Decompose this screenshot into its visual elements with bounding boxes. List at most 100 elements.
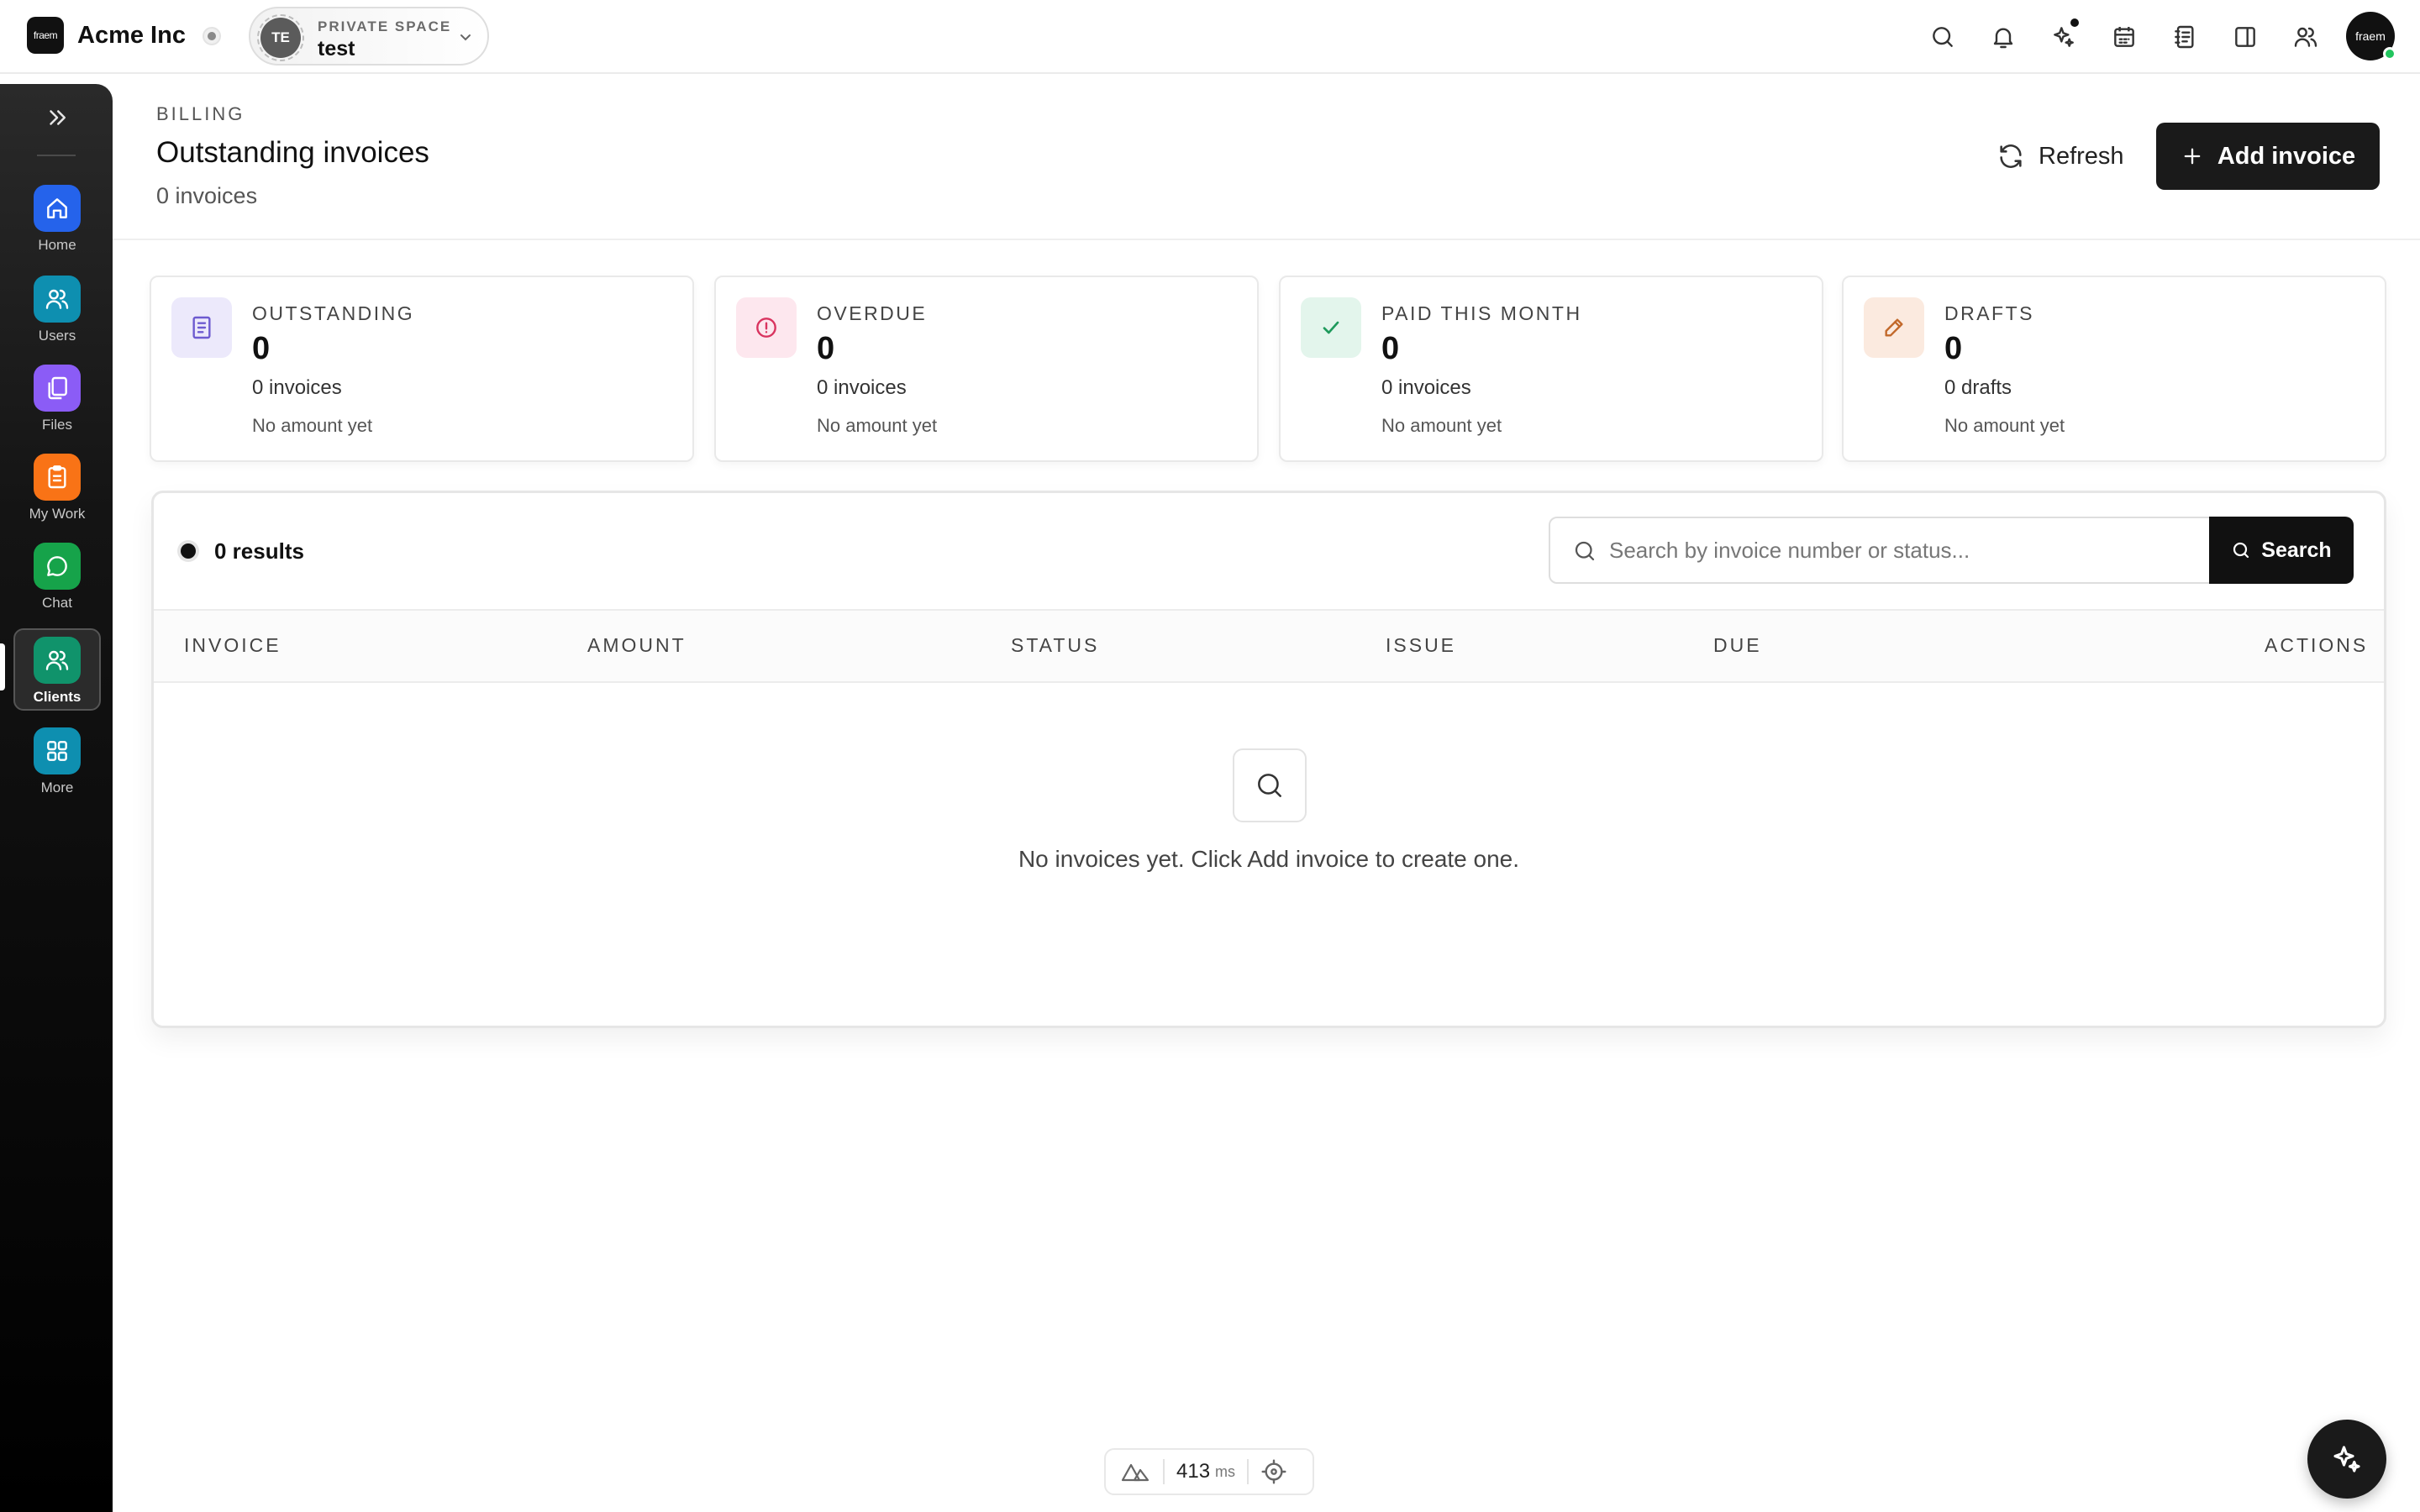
target-icon[interactable] (1260, 1458, 1287, 1485)
search-input[interactable] (1609, 520, 2197, 580)
search-icon (1575, 541, 1595, 561)
search-button[interactable]: Search (2209, 517, 2354, 584)
stat-card-outstanding: OUTSTANDING 0 0 invoices No amount yet (150, 276, 694, 462)
status-indicator-icon (203, 27, 221, 45)
stat-amount: No amount yet (1381, 415, 1502, 436)
search-button-label: Search (2261, 538, 2332, 562)
invoices-panel: 0 results Search INVOICE AMOUNT STATUS I… (151, 491, 2386, 1028)
search-field[interactable] (1549, 517, 2211, 584)
clients-icon (34, 637, 81, 684)
files-icon (34, 365, 81, 412)
add-invoice-label: Add invoice (2217, 142, 2356, 170)
notebook-icon[interactable] (2166, 18, 2203, 55)
column-header-amount[interactable]: AMOUNT (587, 634, 687, 657)
sidebar-item-label: Chat (42, 595, 72, 611)
perf-divider (1163, 1459, 1165, 1484)
check-icon (1301, 297, 1361, 358)
page-subtitle: 0 invoices (156, 183, 258, 208)
column-header-status[interactable]: STATUS (1011, 634, 1099, 657)
search-icon (2233, 542, 2249, 559)
sparkle-icon[interactable] (2045, 18, 2082, 55)
refresh-icon (2000, 144, 2022, 168)
app-logo[interactable]: fraem (27, 17, 64, 54)
ai-assistant-button[interactable] (2307, 1420, 2386, 1499)
column-header-due[interactable]: DUE (1713, 634, 1762, 657)
space-kicker: PRIVATE SPACE (318, 18, 452, 34)
space-avatar: TE (257, 14, 304, 61)
panel-icon[interactable] (2227, 18, 2264, 55)
sidebar-item-label: Home (38, 237, 76, 253)
space-switcher[interactable]: TE PRIVATE SPACE test (249, 7, 489, 66)
org-name[interactable]: Acme Inc (77, 22, 186, 50)
sidebar-item-more[interactable]: More (13, 721, 101, 805)
sidebar-item-label: Files (42, 417, 72, 433)
sidebar-item-label: My Work (29, 506, 86, 522)
invoice-icon (171, 297, 232, 358)
performance-widget[interactable]: 413 ms (1104, 1448, 1314, 1495)
perf-value: 413 (1176, 1460, 1211, 1483)
add-invoice-button[interactable]: Add invoice (2156, 123, 2380, 190)
notification-dot (2070, 18, 2079, 27)
refresh-button-label: Refresh (2039, 142, 2124, 170)
results-indicator-icon (181, 543, 196, 559)
plus-icon (2184, 148, 2201, 165)
nuxt-logo-icon (1121, 1463, 1150, 1482)
active-nav-marker (0, 643, 5, 690)
pencil-icon (1864, 297, 1924, 358)
expand-sidebar-icon[interactable] (39, 99, 76, 136)
sidebar-divider (37, 155, 76, 156)
user-avatar[interactable]: fraem (2346, 12, 2396, 60)
stat-card-overdue: OVERDUE 0 0 invoices No amount yet (714, 276, 1259, 462)
stat-count: 0 invoices (1381, 376, 1471, 399)
stat-label: DRAFTS (1944, 302, 2034, 324)
perf-divider (1247, 1459, 1249, 1484)
alert-icon (736, 297, 797, 358)
sidebar-item-clients[interactable]: Clients (13, 628, 101, 711)
sidebar-item-label: More (40, 780, 74, 795)
sparkle-icon (2333, 1446, 2360, 1473)
sidebar-item-my-work[interactable]: My Work (13, 447, 101, 531)
online-status-icon (2383, 47, 2396, 60)
results-count: 0 results (214, 538, 304, 564)
table-header: INVOICE AMOUNT STATUS ISSUE DUE ACTIONS (154, 609, 2384, 683)
people-icon[interactable] (2287, 18, 2324, 55)
perf-unit: ms (1215, 1462, 1236, 1480)
users-icon (34, 276, 81, 323)
clipboard-icon (34, 454, 81, 501)
stat-value: 0 (1381, 331, 1400, 366)
empty-state-message: No invoices yet. Click Add invoice to cr… (1018, 846, 1520, 872)
stat-value: 0 (252, 331, 271, 366)
stat-label: OVERDUE (817, 302, 928, 324)
sidebar-item-files[interactable]: Files (13, 358, 101, 442)
calendar-icon[interactable] (2106, 18, 2143, 55)
stat-count: 0 drafts (1944, 376, 2012, 399)
header-divider (113, 239, 2420, 240)
chat-icon (34, 543, 81, 590)
page-kicker: BILLING (156, 103, 245, 124)
column-header-invoice[interactable]: INVOICE (184, 634, 281, 657)
stat-value: 0 (1944, 331, 1963, 366)
column-header-actions: ACTIONS (2265, 634, 2369, 656)
stat-count: 0 invoices (252, 376, 342, 399)
stat-value: 0 (817, 331, 835, 366)
page-title: Outstanding invoices (156, 136, 429, 169)
sidebar-item-home[interactable]: Home (13, 178, 101, 262)
space-name: test (318, 37, 355, 60)
stat-count: 0 invoices (817, 376, 907, 399)
top-bar: fraem Acme Inc TE PRIVATE SPACE test fra… (0, 0, 2420, 74)
stat-card-drafts: DRAFTS 0 0 drafts No amount yet (1842, 276, 2386, 462)
stat-amount: No amount yet (252, 415, 373, 436)
column-header-issue[interactable]: ISSUE (1386, 634, 1456, 657)
home-icon (34, 185, 81, 232)
stat-card-paid: PAID THIS MONTH 0 0 invoices No amount y… (1279, 276, 1823, 462)
search-icon (1233, 748, 1307, 822)
stat-label: PAID THIS MONTH (1381, 302, 1582, 324)
chevron-down-icon (460, 34, 471, 41)
search-icon[interactable] (1924, 18, 1961, 55)
grid-icon (34, 727, 81, 774)
sidebar-item-label: Clients (33, 689, 82, 705)
sidebar-item-users[interactable]: Users (13, 269, 101, 353)
bell-icon[interactable] (1985, 18, 2022, 55)
refresh-button[interactable]: Refresh (1996, 126, 2124, 186)
sidebar-item-chat[interactable]: Chat (13, 536, 101, 620)
